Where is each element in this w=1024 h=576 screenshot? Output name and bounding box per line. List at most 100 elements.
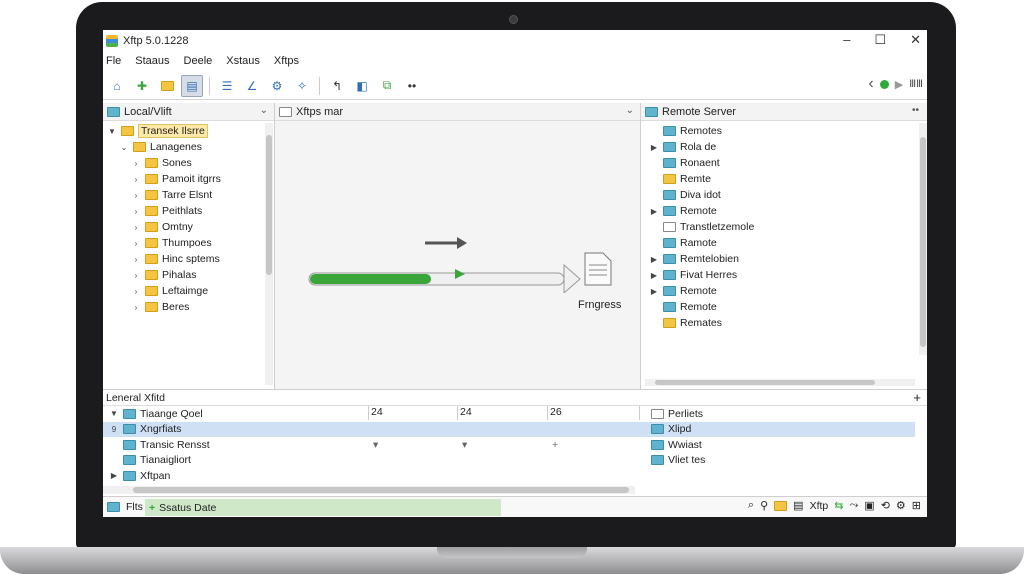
expand-arrow-icon[interactable]: ▶	[649, 287, 659, 296]
save-icon[interactable]: ▣	[864, 499, 874, 512]
tree-item[interactable]: Remotes	[649, 123, 809, 139]
chevron-down-icon[interactable]: ⌄	[260, 105, 268, 116]
transfer-list-scrollbar[interactable]	[103, 486, 635, 494]
menu-xstatus[interactable]: Xstaus	[226, 55, 260, 67]
menu-status[interactable]: Staaus	[135, 55, 169, 67]
list-icon[interactable]: ☰	[216, 75, 238, 97]
grid-icon[interactable]: ⊞	[912, 499, 921, 512]
search-icon[interactable]: ⌕	[748, 499, 754, 512]
connect-icon[interactable]: ✚	[131, 75, 153, 97]
tree-item[interactable]: ▶ Remote	[649, 203, 809, 219]
grid-button[interactable]: ⅢⅢ	[909, 79, 923, 90]
expand-arrow-icon[interactable]: ›	[131, 223, 141, 232]
tree-item[interactable]: › Thumpoes	[103, 235, 263, 251]
tree-item[interactable]: ▶ Rola de	[649, 139, 809, 155]
scroll-thumb[interactable]	[266, 135, 272, 275]
expand-arrow-icon[interactable]: ›	[131, 271, 141, 280]
tree-item[interactable]: Ramote	[649, 235, 809, 251]
tree-item[interactable]: › Pamoit itgrrs	[103, 171, 263, 187]
play-icon[interactable]: ▶	[895, 78, 903, 91]
expand-arrow-icon[interactable]: ›	[131, 159, 141, 168]
table-row[interactable]: ▼ Tiaange Qoel Perliets	[103, 406, 915, 421]
expand-arrow-icon[interactable]: ▶	[649, 207, 659, 216]
expand-arrow-icon[interactable]: ›	[131, 303, 141, 312]
table-row[interactable]: Tianaigliort Vliet tes	[103, 453, 915, 468]
expand-arrow-icon[interactable]: ›	[131, 287, 141, 296]
tree-item[interactable]: › Tarre Elsnt	[103, 187, 263, 203]
status-text: Ssatus Date	[159, 501, 217, 514]
expand-arrow-icon[interactable]: ▼	[109, 409, 119, 418]
folder-icon	[651, 424, 664, 434]
expand-arrow-icon[interactable]: ›	[131, 207, 141, 216]
tools-icon[interactable]: ✧	[291, 75, 313, 97]
menu-file[interactable]: Fle	[106, 55, 121, 67]
table-row[interactable]: Transic Rensst ▾ ▾ + Wwiast	[103, 437, 915, 452]
tree-item[interactable]: Ronaent	[649, 155, 809, 171]
scroll-thumb[interactable]	[920, 137, 926, 347]
expand-arrow-icon[interactable]: 9	[109, 425, 119, 434]
remote-pane-menu-icon[interactable]: ••	[912, 105, 919, 116]
properties-icon[interactable]: ⚙	[266, 75, 288, 97]
folder-icon[interactable]	[774, 500, 788, 511]
tree-item[interactable]: Transtletzemole	[649, 219, 809, 235]
undo-icon[interactable]: ↰	[326, 75, 348, 97]
scroll-thumb[interactable]	[133, 487, 629, 493]
chevron-down-icon[interactable]: ⌄	[626, 105, 634, 116]
sync-icon[interactable]: ⟲	[881, 499, 890, 512]
folder-icon[interactable]	[156, 75, 178, 97]
tree-item[interactable]: › Omtny	[103, 219, 263, 235]
tree-item[interactable]: ▼ Transek Ilsrre	[103, 123, 263, 139]
tree-item[interactable]: › Sones	[103, 155, 263, 171]
more-icon[interactable]: ••	[401, 75, 423, 97]
tree-item[interactable]: › Beres	[103, 299, 263, 315]
remote-scrollbar[interactable]	[919, 123, 927, 355]
tree-item[interactable]: › Pihalas	[103, 267, 263, 283]
add-button[interactable]: +	[913, 390, 921, 405]
link-icon[interactable]: ⤳	[849, 499, 858, 512]
home-icon[interactable]: ⌂	[106, 75, 128, 97]
expand-arrow-icon[interactable]: ›	[131, 175, 141, 184]
transfer-pane-header[interactable]: Xftps mar ⌄	[275, 103, 640, 121]
menu-xftps[interactable]: Xftps	[274, 55, 299, 67]
tree-item[interactable]: Remote	[649, 299, 809, 315]
settings-icon[interactable]: ⚙	[896, 499, 906, 512]
tree-item[interactable]: Diva idot	[649, 187, 809, 203]
tree-item[interactable]: › Peithlats	[103, 203, 263, 219]
tree-item[interactable]: ▶ Remtelobien	[649, 251, 809, 267]
expand-arrow-icon[interactable]: ›	[131, 255, 141, 264]
maximize-button[interactable]: ☐	[874, 32, 886, 48]
tree-item[interactable]: ▶ Remote	[649, 283, 809, 299]
table-row[interactable]: 9 Xngrfiats Xlipd	[103, 421, 915, 437]
expand-arrow-icon[interactable]: ▼	[107, 127, 117, 136]
scroll-thumb[interactable]	[655, 380, 875, 385]
tree-item[interactable]: Remates	[649, 315, 809, 331]
bookmark-icon[interactable]: ◧	[351, 75, 373, 97]
remote-pane-header[interactable]: Remote Server ••	[641, 103, 927, 121]
tree-item[interactable]: ▶ Fivat Herres	[649, 267, 809, 283]
local-pane-header[interactable]: Local/Vlift ⌄	[103, 103, 274, 121]
tree-item[interactable]: › Leftaimge	[103, 283, 263, 299]
tree-item[interactable]: ⌄ Lanagenes	[103, 139, 263, 155]
expand-arrow-icon[interactable]: ⌄	[119, 143, 129, 152]
session-icon[interactable]: ▤	[181, 74, 203, 97]
expand-arrow-icon[interactable]: ▶	[649, 271, 659, 280]
expand-arrow-icon[interactable]: ›	[131, 239, 141, 248]
edit-icon[interactable]: ∠	[241, 75, 263, 97]
minimize-button[interactable]: –	[843, 32, 850, 48]
local-scrollbar[interactable]	[265, 123, 273, 385]
tree-item[interactable]: Remte	[649, 171, 809, 187]
zoom-icon[interactable]: ⚲	[760, 499, 768, 512]
table-row[interactable]: ▶ Xftpan	[103, 468, 915, 483]
expand-arrow-icon[interactable]: ›	[131, 191, 141, 200]
document-icon[interactable]: ▤	[793, 499, 803, 512]
back-button[interactable]: ‹	[868, 75, 873, 93]
sync-icon[interactable]: ⧉	[376, 75, 398, 97]
menu-delete[interactable]: Deele	[184, 55, 213, 67]
tree-item[interactable]: › Hinc sptems	[103, 251, 263, 267]
expand-arrow-icon[interactable]: ▶	[649, 255, 659, 264]
remote-hscrollbar[interactable]	[645, 379, 915, 386]
expand-arrow-icon[interactable]: ▶	[649, 143, 659, 152]
expand-arrow-icon[interactable]: ▶	[109, 471, 119, 480]
close-button[interactable]: ✕	[910, 32, 921, 48]
transfer-icon[interactable]: ⇆	[834, 499, 843, 512]
